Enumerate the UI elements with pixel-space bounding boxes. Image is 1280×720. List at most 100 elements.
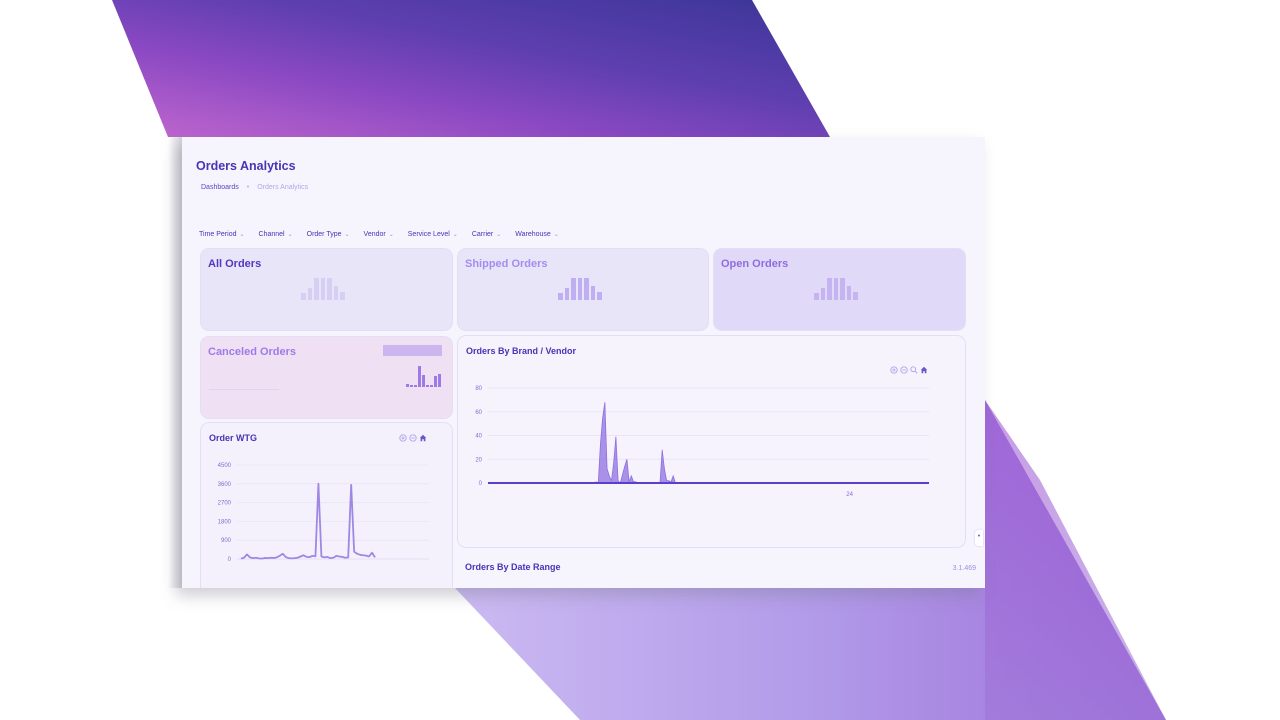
filter-order-type[interactable]: Order Type ⌄ — [307, 231, 350, 238]
chevron-down-icon: ⌄ — [344, 232, 350, 238]
loading-bars-icon — [814, 278, 858, 300]
orders-by-brand-toolbar — [890, 366, 928, 374]
window-shadow-edge — [168, 137, 182, 588]
loading-bar — [426, 384, 429, 387]
order-wtg-chart: 0 900 1800 2700 3600 4500 — [218, 463, 429, 563]
orders-by-brand-title: Orders By Brand / Vendor — [466, 346, 577, 356]
order-wtg-card: Order WTG 0 900 1800 2700 3600 4500 — [201, 423, 452, 588]
home-icon[interactable] — [920, 366, 928, 374]
filter-label: Time Period — [199, 231, 237, 238]
y-tick-label: 20 — [475, 457, 482, 463]
kpi-card-shipped-orders[interactable]: Shipped Orders — [458, 249, 708, 330]
y-tick-label: 0 — [479, 481, 483, 487]
loading-bar — [301, 293, 306, 300]
y-tick-label: 2700 — [218, 501, 232, 507]
loading-bar — [307, 287, 312, 300]
loading-bar — [320, 278, 325, 300]
filter-warehouse[interactable]: Warehouse ⌄ — [515, 231, 559, 238]
y-tick-label: 4500 — [218, 463, 232, 469]
loading-bar — [410, 384, 413, 387]
loading-bar — [827, 278, 832, 300]
breadcrumb-current: Orders Analytics — [257, 184, 309, 191]
breadcrumb-separator: • — [246, 184, 250, 191]
kpi-title: Canceled Orders — [208, 346, 297, 358]
kpi-title: Open Orders — [721, 258, 789, 270]
kpi-title: Shipped Orders — [465, 258, 548, 270]
loading-bar — [584, 278, 589, 300]
y-tick-label: 60 — [475, 410, 482, 416]
y-tick-label: 900 — [221, 538, 232, 544]
brand-series-area — [488, 402, 929, 484]
zoom-in-icon[interactable] — [399, 434, 407, 442]
page-title: Orders Analytics — [196, 159, 296, 173]
loading-bar — [840, 278, 845, 300]
side-panel-toggle[interactable]: • — [975, 530, 983, 546]
loading-bar — [558, 293, 563, 300]
filter-label: Vendor — [363, 231, 386, 238]
home-icon[interactable] — [419, 434, 427, 442]
loading-bar — [438, 373, 441, 387]
filter-vendor[interactable]: Vendor ⌄ — [364, 231, 394, 238]
loading-bar — [564, 287, 569, 300]
kpi-card-canceled-orders[interactable]: Canceled Orders — [201, 337, 452, 418]
loading-bar — [418, 366, 421, 387]
y-tick-label: 0 — [228, 557, 232, 563]
chevron-down-icon: ⌄ — [287, 232, 293, 238]
loading-bar — [314, 278, 319, 300]
filter-channel[interactable]: Channel ⌄ — [259, 231, 293, 238]
y-tick-label: 40 — [475, 434, 482, 440]
subtext-placeholder — [209, 389, 279, 390]
loading-bar — [434, 376, 437, 387]
loading-bar — [340, 292, 345, 300]
dashboard-window: Orders Analytics Dashboards • Orders Ana… — [182, 137, 985, 588]
loading-bar — [833, 278, 838, 300]
filter-service-level[interactable]: Service Level ⌄ — [408, 231, 458, 238]
x-tick-label: 24 — [846, 492, 853, 498]
y-tick-label: 1800 — [218, 519, 232, 525]
filter-label: Warehouse — [515, 231, 551, 238]
kpi-title: All Orders — [208, 258, 262, 270]
chevron-down-icon: ⌄ — [388, 232, 394, 238]
chevron-down-icon: ⌄ — [452, 232, 458, 238]
filter-time-period[interactable]: Time Period ⌄ — [199, 231, 245, 238]
loading-bar — [333, 285, 338, 300]
zoom-out-icon[interactable] — [409, 434, 417, 442]
right-stripe — [985, 400, 1166, 720]
filter-bar: Time Period ⌄ Channel ⌄ Order Type ⌄ Vendor… — [199, 231, 559, 238]
order-wtg-toolbar — [399, 434, 427, 442]
kpi-card-open-orders[interactable]: Open Orders — [714, 249, 965, 330]
loading-bars-icon — [301, 278, 345, 300]
loading-bar — [414, 384, 417, 387]
loading-bar — [571, 278, 576, 300]
orders-by-brand-card: Orders By Brand / Vendor 0 20 40 60 80 24 — [458, 336, 965, 547]
filter-label: Carrier — [471, 231, 494, 238]
magnify-icon[interactable] — [910, 366, 918, 374]
loading-bars-icon — [406, 365, 441, 387]
top-stripe — [112, 0, 830, 137]
orders-by-brand-chart: 0 20 40 60 80 24 — [475, 386, 929, 498]
breadcrumb-dashboards[interactable]: Dashboards — [201, 184, 239, 191]
filter-label: Service Level — [407, 231, 450, 238]
orders-by-date-range-title: Orders By Date Range — [465, 562, 561, 572]
zoom-in-icon[interactable] — [890, 366, 898, 374]
kpi-card-all-orders[interactable]: All Orders — [201, 249, 452, 330]
chevron-down-icon: ⌄ — [553, 232, 559, 238]
loading-bar — [577, 278, 582, 300]
loading-bar — [853, 292, 858, 300]
loading-bar — [406, 383, 409, 387]
loading-bars-icon — [558, 278, 602, 300]
zoom-out-icon[interactable] — [900, 366, 908, 374]
loading-bar — [422, 374, 425, 387]
loading-bar — [846, 285, 851, 300]
y-tick-label: 3600 — [218, 482, 232, 488]
breadcrumb: Dashboards • Orders Analytics — [201, 184, 308, 191]
loading-bar — [327, 278, 332, 300]
version-label: 3.1.469 — [952, 565, 976, 572]
loading-bar — [597, 292, 602, 300]
chevron-down-icon: ⌄ — [239, 232, 245, 238]
loading-bar — [590, 285, 595, 300]
y-tick-label: 80 — [475, 386, 482, 392]
loading-bar — [814, 293, 819, 300]
filter-carrier[interactable]: Carrier ⌄ — [472, 231, 501, 238]
filter-label: Channel — [258, 231, 285, 238]
